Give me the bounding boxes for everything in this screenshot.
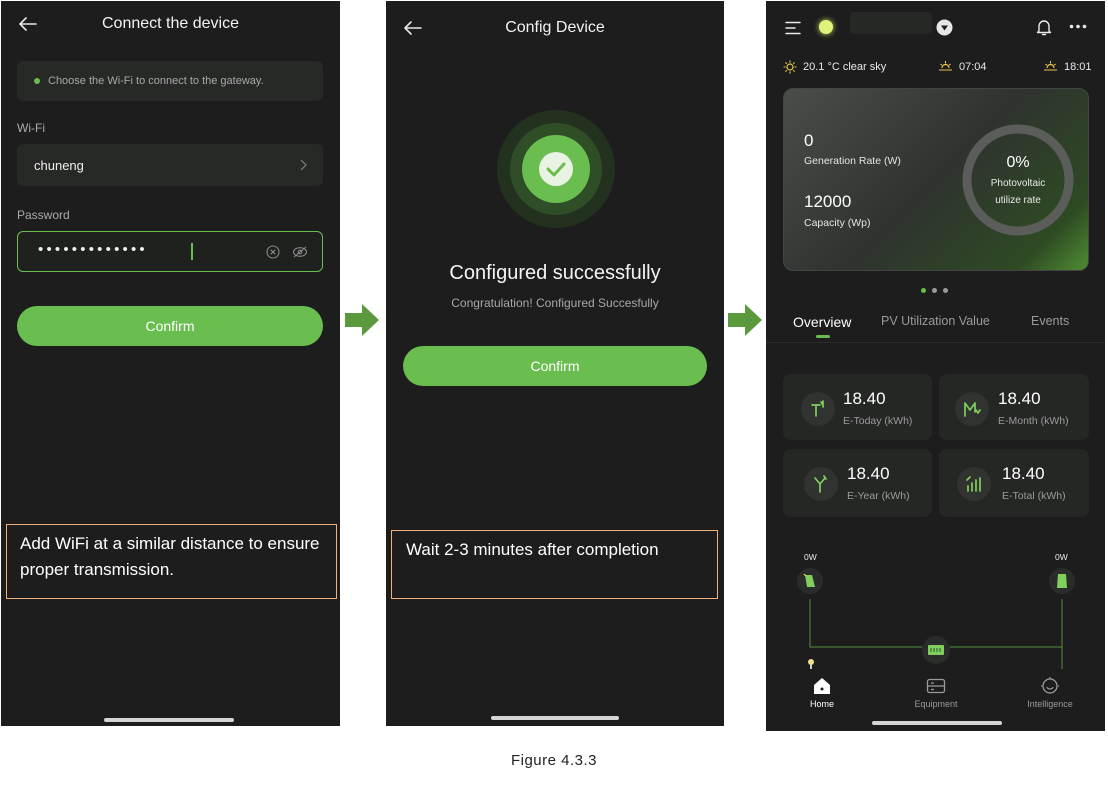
password-label: Password bbox=[17, 208, 70, 222]
password-value: ••••••••••••• bbox=[38, 241, 148, 258]
connect-device-screen: Connect the device Choose the Wi-Fi to c… bbox=[1, 1, 340, 726]
generation-rate-value: 0 bbox=[804, 131, 814, 150]
utilization-label-line2: utilize rate bbox=[995, 195, 1041, 206]
tab-pv-utilization[interactable]: PV Utilization Value bbox=[881, 314, 990, 328]
confirm-button[interactable]: Confirm bbox=[17, 306, 323, 346]
clear-icon[interactable] bbox=[266, 245, 280, 259]
inverter-icon bbox=[928, 645, 944, 655]
intelligence-nav-icon[interactable] bbox=[1040, 676, 1060, 695]
nav-intelligence[interactable]: Intelligence bbox=[1016, 699, 1084, 709]
home-indicator bbox=[491, 716, 619, 720]
utilization-label-line1: Photovoltaic bbox=[990, 178, 1046, 189]
figure-caption: Figure 4.3.3 bbox=[510, 752, 598, 769]
stat-label: E-Total (kWh) bbox=[1002, 490, 1066, 502]
online-status-icon bbox=[819, 20, 833, 34]
plant-name-redacted[interactable] bbox=[850, 12, 932, 34]
stat-card-total[interactable]: 18.40 E-Total (kWh) bbox=[939, 449, 1089, 517]
sun-icon bbox=[783, 60, 797, 74]
sunrise-time: 07:04 bbox=[959, 61, 987, 73]
home-indicator bbox=[104, 718, 234, 722]
weather-text: 20.1 °C clear sky bbox=[803, 61, 887, 73]
bulb-icon bbox=[808, 659, 814, 669]
nav-equipment[interactable]: Equipment bbox=[906, 699, 966, 709]
equipment-nav-icon[interactable] bbox=[926, 678, 946, 694]
hint-box: Choose the Wi-Fi to connect to the gatew… bbox=[17, 61, 323, 101]
capacity-label: Capacity (Wp) bbox=[804, 217, 871, 229]
sunrise-icon bbox=[939, 61, 952, 71]
instruction-note: Wait 2-3 minutes after completion bbox=[391, 530, 718, 599]
power-summary-card[interactable]: 0 Generation Rate (W) 12000 Capacity (Wp… bbox=[783, 88, 1089, 271]
page-dot[interactable] bbox=[932, 288, 937, 293]
stat-label: E-Month (kWh) bbox=[998, 415, 1069, 427]
stat-value: 18.40 bbox=[847, 464, 890, 483]
chevron-right-icon bbox=[300, 159, 307, 171]
month-energy-icon bbox=[955, 392, 989, 426]
more-icon[interactable] bbox=[1069, 24, 1087, 29]
config-device-screen: Config Device Configured successfully Co… bbox=[386, 1, 724, 726]
sunset-icon bbox=[1044, 61, 1057, 71]
stat-value: 18.40 bbox=[843, 389, 886, 408]
instruction-note: Add WiFi at a similar distance to ensure… bbox=[6, 524, 337, 599]
nav-home[interactable]: Home bbox=[796, 699, 848, 709]
menu-icon[interactable] bbox=[785, 21, 801, 35]
stat-label: E-Today (kWh) bbox=[843, 415, 913, 427]
text-cursor bbox=[191, 243, 193, 260]
tab-events[interactable]: Events bbox=[1031, 314, 1069, 328]
active-tab-indicator bbox=[816, 335, 830, 338]
total-energy-icon bbox=[957, 467, 991, 501]
dropdown-icon[interactable] bbox=[936, 19, 953, 36]
stat-value: 18.40 bbox=[998, 389, 1041, 408]
battery-icon bbox=[1057, 574, 1067, 588]
eye-off-icon[interactable] bbox=[292, 245, 308, 259]
page-title: Connect the device bbox=[102, 15, 239, 32]
wifi-select[interactable]: chuneng bbox=[17, 144, 323, 186]
password-input[interactable]: ••••••••••••• bbox=[17, 231, 323, 272]
capacity-value: 12000 bbox=[804, 192, 852, 211]
wifi-label: Wi-Fi bbox=[17, 121, 45, 135]
hint-text: Choose the Wi-Fi to connect to the gatew… bbox=[48, 75, 264, 87]
stat-card-today[interactable]: 18.40 E-Today (kWh) bbox=[783, 374, 932, 440]
stat-label: E-Year (kWh) bbox=[847, 490, 910, 502]
tab-overview[interactable]: Overview bbox=[793, 314, 851, 330]
home-nav-icon[interactable] bbox=[812, 677, 832, 695]
next-step-arrow-icon bbox=[345, 304, 379, 336]
success-subtitle: Congratulation! Configured Succesfully bbox=[451, 296, 659, 310]
stat-card-year[interactable]: 18.40 E-Year (kWh) bbox=[783, 449, 932, 517]
stat-card-month[interactable]: 18.40 E-Month (kWh) bbox=[939, 374, 1089, 440]
tab-divider bbox=[766, 342, 1105, 343]
page-dot-active[interactable] bbox=[921, 288, 926, 293]
home-dashboard-screen: 20.1 °C clear sky 07:04 18:01 0 Generati… bbox=[766, 1, 1105, 731]
page-dot[interactable] bbox=[943, 288, 948, 293]
home-indicator bbox=[872, 721, 1002, 725]
wifi-value: chuneng bbox=[34, 158, 84, 173]
status-dot-icon bbox=[34, 78, 40, 84]
generation-rate-label: Generation Rate (W) bbox=[804, 155, 901, 167]
solar-panel-icon bbox=[803, 573, 815, 587]
utilization-value: 0% bbox=[1006, 154, 1030, 171]
success-check-icon bbox=[497, 110, 615, 228]
page-title: Config Device bbox=[505, 19, 605, 36]
year-energy-icon bbox=[804, 467, 838, 501]
today-energy-icon bbox=[801, 392, 835, 426]
stat-value: 18.40 bbox=[1002, 464, 1045, 483]
next-step-arrow-icon bbox=[728, 304, 762, 336]
bell-icon[interactable] bbox=[1036, 18, 1052, 36]
sunset-time: 18:01 bbox=[1064, 61, 1092, 73]
confirm-button[interactable]: Confirm bbox=[403, 346, 707, 386]
success-title: Configured successfully bbox=[449, 262, 661, 284]
